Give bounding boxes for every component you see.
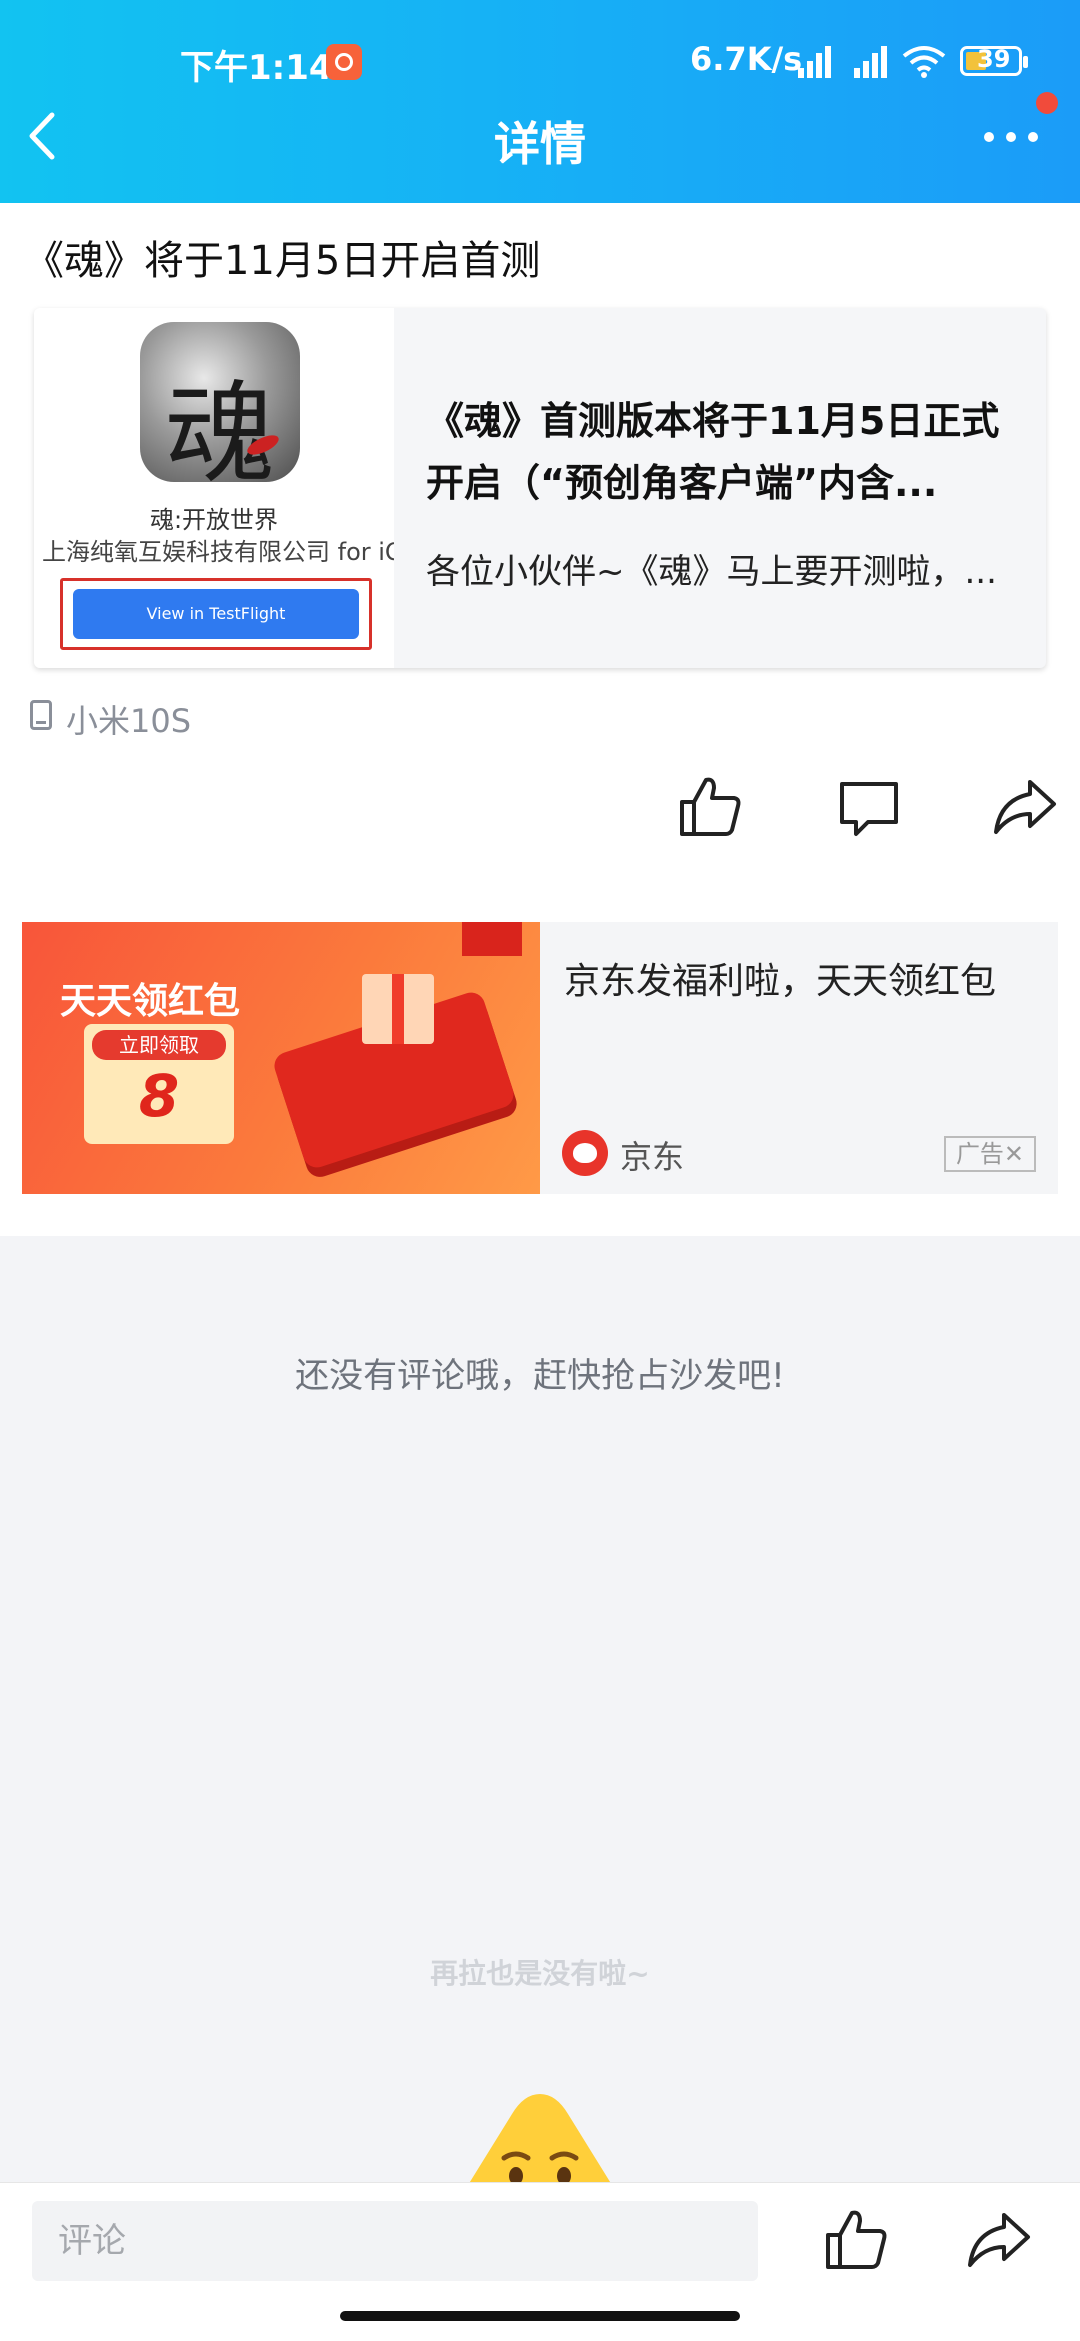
app-icon: 魂 bbox=[140, 322, 300, 482]
ad-card[interactable]: 天天领红包 立即领取 8 京东发福利啦，天天领红包 京东 广告✕ bbox=[22, 922, 1058, 1194]
battery-icon: 39 bbox=[960, 45, 1028, 76]
jd-logo-icon bbox=[562, 1130, 608, 1176]
empty-comments-message: 还没有评论哦，赶快抢占沙发吧! bbox=[295, 1356, 785, 1396]
share-icon[interactable] bbox=[964, 2205, 1034, 2275]
home-indicator bbox=[340, 2311, 740, 2321]
device-label: 小米10S bbox=[66, 702, 192, 740]
page-title: 详情 bbox=[494, 117, 586, 171]
post-title: 《魂》将于11月5日开启首测 bbox=[24, 238, 541, 284]
battery-level: 39 bbox=[977, 45, 1011, 73]
notification-badge bbox=[1036, 92, 1058, 114]
share-summary: 各位小伙伴~《魂》马上要开测啦，... bbox=[426, 552, 997, 592]
ad-close-tag[interactable]: 广告✕ bbox=[944, 1136, 1036, 1172]
signal-icon bbox=[846, 44, 890, 78]
more-dots-icon[interactable] bbox=[978, 118, 1044, 158]
shared-link-card[interactable]: 魂 魂:开放世界 上海纯氧互娱科技有限公司 for iOS View in Te… bbox=[34, 308, 1046, 668]
thumbnail-company: 上海纯氧互娱科技有限公司 for iOS bbox=[42, 538, 394, 566]
ad-title: 京东发福利啦，天天领红包 bbox=[564, 961, 997, 1002]
wifi-icon bbox=[902, 46, 946, 78]
like-icon[interactable] bbox=[676, 772, 746, 842]
mascot-icon bbox=[469, 2094, 611, 2182]
coupon-value: 8 bbox=[138, 1062, 180, 1130]
network-speed: 6.7K/s bbox=[690, 40, 803, 78]
end-of-list-message: 再拉也是没有啦~ bbox=[430, 1957, 650, 1990]
share-icon[interactable] bbox=[990, 772, 1060, 842]
signal-icon bbox=[790, 44, 834, 78]
app-header: 下午1:14 6.7K/s 39 详情 bbox=[0, 0, 1080, 203]
notification-app-icon bbox=[326, 44, 362, 80]
comment-icon[interactable] bbox=[834, 772, 904, 842]
comment-input[interactable] bbox=[32, 2201, 758, 2281]
ad-banner-image: 天天领红包 立即领取 8 bbox=[22, 922, 540, 1194]
device-icon bbox=[30, 700, 52, 730]
bottom-action-bar bbox=[0, 2182, 1080, 2341]
highlight-frame: View in TestFlight bbox=[60, 578, 372, 650]
testflight-button: View in TestFlight bbox=[73, 589, 359, 639]
ad-brand: 京东 bbox=[620, 1138, 685, 1176]
comment-section: 还没有评论哦，赶快抢占沙发吧! 再拉也是没有啦~ bbox=[0, 1236, 1080, 2182]
coupon-label: 立即领取 bbox=[92, 1030, 226, 1060]
share-headline: 《魂》首测版本将于11月5日正式开启（“预创角客户端”内含... bbox=[426, 399, 1000, 505]
share-thumbnail: 魂 魂:开放世界 上海纯氧互娱科技有限公司 for iOS View in Te… bbox=[34, 308, 394, 668]
ad-coupon: 立即领取 8 bbox=[84, 1024, 234, 1144]
like-icon[interactable] bbox=[822, 2205, 892, 2275]
thumbnail-app-name: 魂:开放世界 bbox=[149, 506, 279, 534]
status-time: 下午1:14 bbox=[180, 48, 333, 88]
ad-banner-title: 天天领红包 bbox=[60, 981, 241, 1022]
